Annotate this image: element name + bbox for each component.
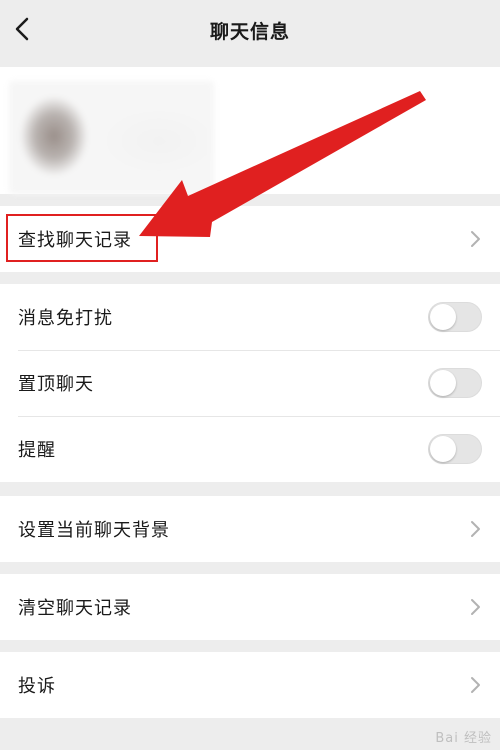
sticky-on-top-label: 置顶聊天 xyxy=(18,374,94,395)
chevron-right-icon xyxy=(471,599,480,615)
remind-label: 提醒 xyxy=(18,440,56,461)
background-group: 设置当前聊天背景 xyxy=(0,496,500,562)
toggle-knob xyxy=(430,304,456,330)
remind-item: 提醒 xyxy=(0,416,500,482)
toggle-knob xyxy=(430,370,456,396)
set-chat-background-item[interactable]: 设置当前聊天背景 xyxy=(0,496,500,562)
report-group: 投诉 xyxy=(0,652,500,718)
toggle-group: 消息免打扰 置顶聊天 提醒 xyxy=(0,284,500,482)
toggle-knob xyxy=(430,436,456,462)
mute-notifications-item: 消息免打扰 xyxy=(0,284,500,350)
avatar[interactable] xyxy=(9,81,214,194)
watermark-text: Bai 经验 xyxy=(435,731,492,746)
set-chat-background-label: 设置当前聊天背景 xyxy=(18,520,170,541)
sticky-on-top-item: 置顶聊天 xyxy=(0,350,500,416)
report-label: 投诉 xyxy=(18,676,56,697)
chevron-right-icon xyxy=(471,521,480,537)
report-item[interactable]: 投诉 xyxy=(0,652,500,718)
remind-toggle[interactable] xyxy=(428,434,482,464)
clear-chat-history-label: 清空聊天记录 xyxy=(18,598,132,619)
clear-group: 清空聊天记录 xyxy=(0,574,500,640)
chevron-right-icon xyxy=(471,231,480,247)
sticky-on-top-toggle[interactable] xyxy=(428,368,482,398)
mute-notifications-toggle[interactable] xyxy=(428,302,482,332)
page-title: 聊天信息 xyxy=(209,21,290,43)
members-section xyxy=(0,67,500,194)
highlight-box xyxy=(6,214,158,262)
top-bar: 聊天信息 xyxy=(0,0,500,60)
watermark: Bai 经验 xyxy=(435,727,492,746)
chevron-right-icon xyxy=(471,677,480,693)
clear-chat-history-item[interactable]: 清空聊天记录 xyxy=(0,574,500,640)
mute-notifications-label: 消息免打扰 xyxy=(18,308,113,329)
